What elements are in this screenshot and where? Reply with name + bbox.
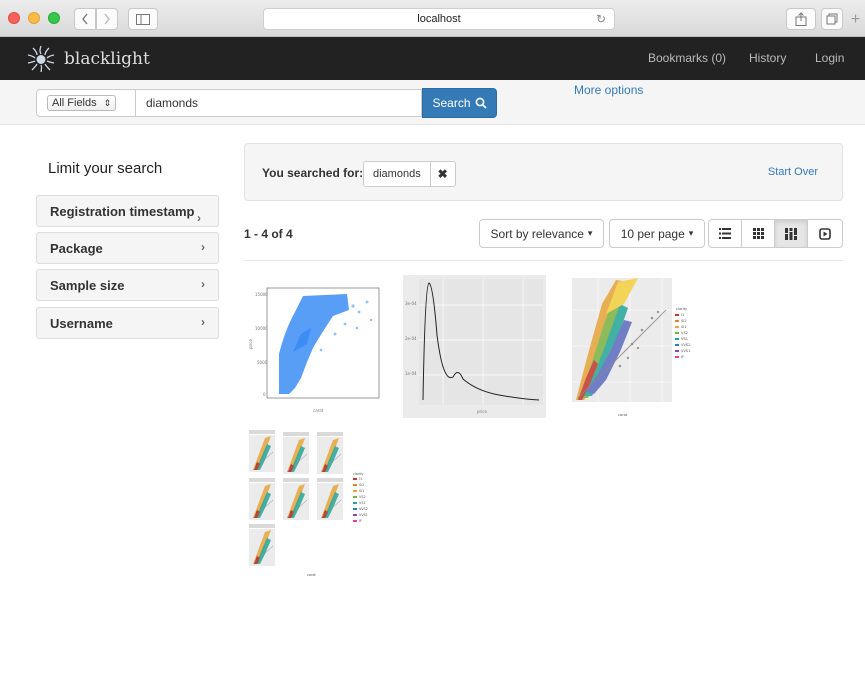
svg-text:IF: IF (359, 519, 362, 523)
svg-text:I1: I1 (681, 313, 684, 317)
svg-text:3e-04: 3e-04 (405, 301, 417, 306)
result-thumbnail-facet-grid[interactable]: clarity I1 SI2 SI1 VS2 VS1 VVS2 VVS1 IF … (249, 430, 384, 578)
minimize-window-button[interactable] (28, 12, 40, 24)
svg-text:SI1: SI1 (681, 325, 687, 329)
forward-icon[interactable] (96, 8, 118, 30)
svg-text:2e-04: 2e-04 (405, 336, 417, 341)
sort-dropdown[interactable]: Sort by relevance ▾ (479, 219, 604, 248)
remove-constraint-icon[interactable]: ✖ (431, 162, 455, 186)
svg-text:price: price (477, 409, 487, 414)
svg-text:SI2: SI2 (681, 319, 687, 323)
facet-username[interactable]: Username › (36, 307, 219, 339)
close-window-button[interactable] (8, 12, 20, 24)
svg-text:SI2: SI2 (359, 483, 364, 487)
browser-toolbar: localhost ↻ + (0, 0, 865, 37)
svg-text:VS2: VS2 (359, 495, 366, 499)
search-bar-row: All Fields ⇕ diamonds Search More option… (0, 80, 865, 125)
bookmarks-link[interactable]: Bookmarks (0) (648, 51, 726, 65)
svg-text:10000: 10000 (255, 326, 268, 331)
results-count: 1 - 4 of 4 (244, 227, 293, 241)
chevron-right-icon: › (197, 211, 201, 225)
view-slideshow-button[interactable] (807, 219, 843, 248)
search-field-select[interactable]: All Fields ⇕ (36, 89, 136, 117)
result-thumbnail-scatter[interactable]: 150001000050000 caratprice (249, 282, 384, 417)
view-masonry-button[interactable] (774, 219, 808, 248)
search-field-select-control[interactable]: All Fields ⇕ (47, 95, 117, 111)
svg-text:VS1: VS1 (359, 501, 366, 505)
tabs-icon[interactable] (821, 8, 843, 30)
chevron-right-icon: › (201, 277, 205, 291)
svg-text:VS1: VS1 (681, 337, 688, 341)
masonry-view-icon (785, 227, 797, 240)
history-link[interactable]: History (749, 51, 786, 65)
search-field-select-value: All Fields (52, 97, 97, 109)
constraint-value: diamonds (364, 162, 431, 186)
caret-down-icon: ▾ (688, 228, 694, 238)
svg-text:carat: carat (313, 408, 324, 413)
select-arrows-icon: ⇕ (103, 98, 112, 108)
chevron-right-icon: › (201, 240, 205, 254)
svg-text:5000: 5000 (257, 360, 268, 365)
share-icon[interactable] (786, 8, 816, 30)
gallery-view-icon (752, 228, 764, 239)
caret-down-icon: ▾ (587, 228, 593, 238)
svg-text:price: price (249, 339, 253, 349)
you-searched-for-label: You searched for: (262, 166, 364, 180)
svg-text:carat: carat (618, 413, 628, 417)
search-button[interactable]: Search (422, 88, 497, 118)
svg-text:VVS1: VVS1 (681, 349, 691, 353)
results-divider (244, 260, 843, 261)
per-page-dropdown[interactable]: 10 per page ▾ (609, 219, 705, 248)
facet-label: Sample size (50, 278, 125, 293)
svg-text:IF: IF (681, 355, 684, 359)
list-view-icon (719, 228, 731, 239)
query-constraint: diamonds ✖ (363, 161, 456, 187)
svg-text:I1: I1 (359, 477, 362, 481)
svg-text:clarity: clarity (353, 472, 364, 476)
facet-label: Username (50, 316, 113, 331)
sidebar-icon[interactable] (128, 8, 158, 30)
facet-package[interactable]: Package › (36, 232, 219, 264)
facet-label: Package (50, 241, 103, 256)
limit-search-heading: Limit your search (48, 160, 163, 177)
svg-text:SI1: SI1 (359, 489, 364, 493)
per-page-dropdown-label: 10 per page (620, 226, 685, 241)
facet-label: Registration timestamp (50, 204, 195, 219)
svg-text:clarity: clarity (676, 307, 688, 311)
svg-text:15000: 15000 (255, 292, 268, 297)
svg-text:VVS2: VVS2 (359, 507, 368, 511)
svg-text:VVS2: VVS2 (681, 343, 691, 347)
sort-dropdown-label: Sort by relevance (490, 226, 584, 241)
start-over-link[interactable]: Start Over (768, 166, 818, 178)
svg-text:carat: carat (307, 573, 316, 577)
chevron-right-icon: › (201, 315, 205, 329)
login-link[interactable]: Login (815, 51, 844, 65)
zoom-window-button[interactable] (48, 12, 60, 24)
result-thumbnail-density[interactable]: 3e-04 2e-04 1e-04 price (403, 275, 546, 418)
brand-logo[interactable]: blacklight (24, 39, 150, 79)
more-options-link[interactable]: More options (574, 83, 643, 97)
reload-icon[interactable]: ↻ (596, 12, 606, 26)
brand-name: blacklight (64, 49, 150, 69)
result-thumbnail-colored-scatter[interactable]: clarity I1 SI2 SI1 VS2 VS1 VVS2 VVS1 IF … (558, 274, 693, 422)
search-input[interactable]: diamonds (136, 89, 422, 117)
svg-text:1e-04: 1e-04 (405, 371, 417, 376)
view-list-button[interactable] (708, 219, 742, 248)
view-gallery-button[interactable] (741, 219, 775, 248)
slideshow-view-icon (819, 227, 831, 240)
svg-text:VVS1: VVS1 (359, 513, 368, 517)
svg-text:VS2: VS2 (681, 331, 688, 335)
url-text: localhost (417, 13, 461, 25)
blacklight-sun-icon (27, 45, 55, 73)
back-icon[interactable] (74, 8, 96, 30)
facet-sample-size[interactable]: Sample size › (36, 269, 219, 301)
search-constraints: You searched for: diamonds ✖ Start Over (244, 143, 843, 201)
new-tab-icon[interactable]: + (846, 10, 865, 32)
top-navbar: blacklight Bookmarks (0) History Login (0, 37, 865, 80)
search-icon (475, 97, 487, 109)
search-button-label: Search (432, 96, 471, 110)
facet-registration-timestamp[interactable]: Registration timestamp › (36, 195, 219, 227)
address-bar[interactable]: localhost ↻ (263, 8, 615, 30)
